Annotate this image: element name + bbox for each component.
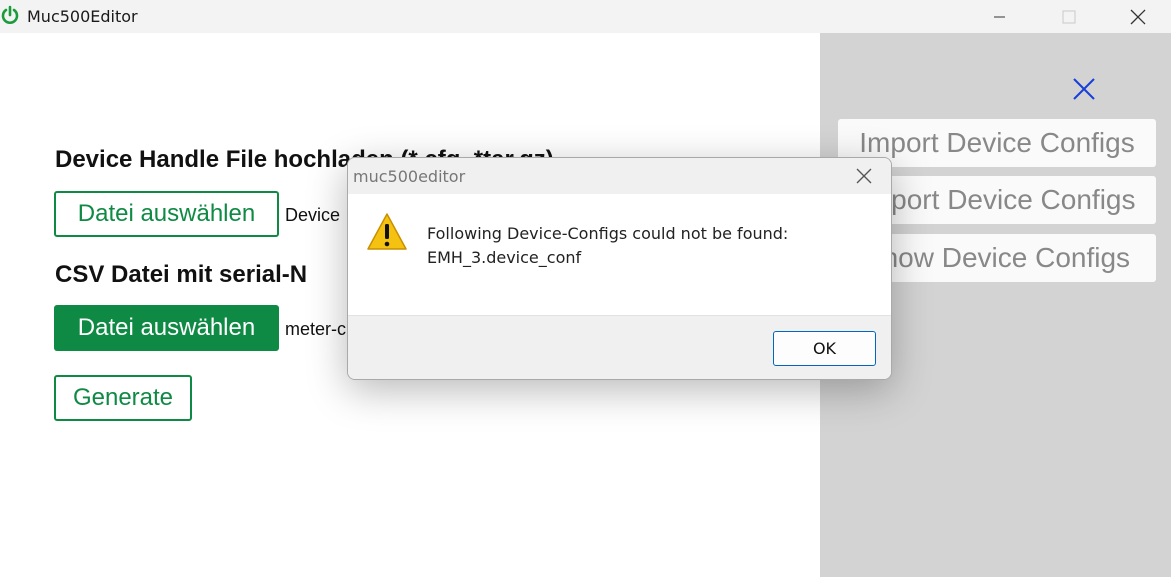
choose-device-file-button[interactable]: Datei auswählen [54, 191, 279, 237]
csv-file-heading: CSV Datei mit serial-N [55, 261, 308, 288]
ok-button[interactable]: OK [773, 331, 876, 366]
dialog-message-line-2: EMH_3.device_conf [427, 248, 582, 267]
warning-dialog: muc500editor Following Device-Configs co… [347, 157, 892, 380]
csv-file-name: meter-c [285, 319, 347, 339]
power-icon [1, 5, 19, 24]
dialog-title: muc500editor [353, 167, 466, 186]
maximize-icon [1062, 10, 1076, 23]
window-title: Muc500Editor [27, 7, 138, 26]
close-icon[interactable] [854, 166, 874, 186]
minimize-icon [994, 16, 1005, 17]
device-file-name: Device [285, 205, 341, 225]
title-bar: Muc500Editor [0, 0, 1171, 33]
close-icon[interactable] [1070, 75, 1098, 103]
minimize-button[interactable] [977, 0, 1023, 33]
maximize-button[interactable] [1046, 0, 1092, 33]
dialog-footer: OK [348, 315, 891, 379]
window-close-button[interactable] [1115, 0, 1161, 33]
generate-button[interactable]: Generate [54, 375, 192, 421]
dialog-message-line-1: Following Device-Configs could not be fo… [427, 224, 789, 243]
close-icon [1130, 9, 1146, 24]
choose-csv-file-button[interactable]: Datei auswählen [54, 305, 279, 351]
dialog-title-bar: muc500editor [348, 158, 891, 194]
warning-icon [367, 213, 407, 250]
dialog-body: Following Device-Configs could not be fo… [348, 194, 891, 315]
app-window: Muc500Editor Device Handle File hochlade… [0, 0, 1171, 577]
dialog-message: Following Device-Configs could not be fo… [427, 222, 788, 270]
